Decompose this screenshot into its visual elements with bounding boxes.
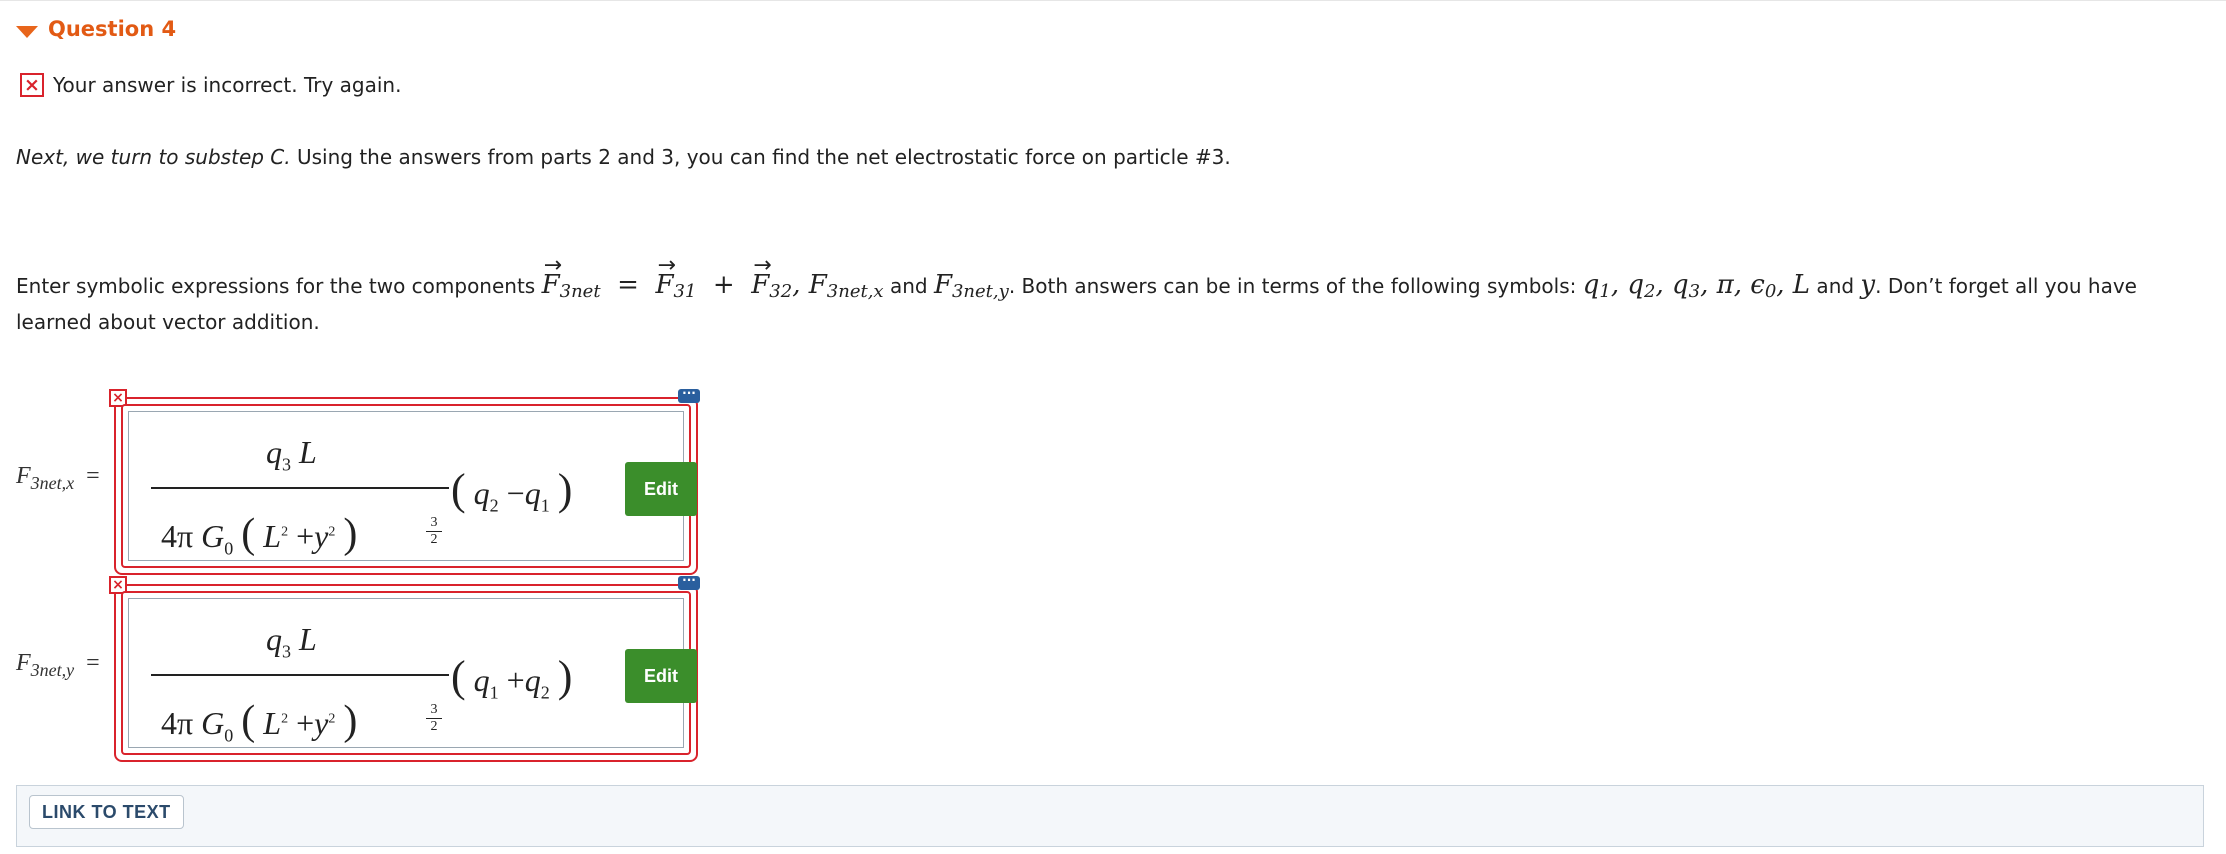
substep-intro: Next, we turn to substep C. Using the an… <box>16 145 1231 169</box>
denominator: 4π G0 ( L2 +y2 ) <box>161 698 358 746</box>
prompt-symbol-list: q1, q2, q3, π, ϵ0, L <box>1582 270 1811 302</box>
substep-intro-italic: Next, we turn to substep C. <box>16 145 291 169</box>
answer-expression-fy: q3 L 4π G0 ( L2 +y2 ) 32 ( q1 +q2 ) <box>151 619 573 749</box>
more-options-icon[interactable]: ··· <box>678 387 700 403</box>
answer-field-fy[interactable]: q3 L 4π G0 ( L2 +y2 ) 32 ( q1 +q2 ) Edit <box>128 598 697 749</box>
answer-field-fx[interactable]: q3 L 4π G0 ( L2 +y2 ) 32 ( q2 −q1 ) Edit <box>128 411 697 562</box>
incorrect-icon: × <box>20 73 44 97</box>
answer-highlight: q3 L 4π G0 ( L2 +y2 ) 32 ( q2 −q1 ) Edit <box>121 404 697 568</box>
prompt-vector-equation: F → 3net = F → 31 + F → 32, F3net,x <box>541 253 884 303</box>
numerator: q3 L <box>266 434 317 475</box>
answer-label-fx: F3net,x = <box>16 463 100 493</box>
substep-intro-text: Using the answers from parts 2 and 3, yo… <box>290 145 1231 169</box>
numerator: q3 L <box>266 621 317 662</box>
question-header[interactable]: Question 4 <box>0 0 2226 61</box>
answer-box-fx[interactable]: × ··· q3 L 4π G0 ( L2 +y2 ) 32 ( q2 −q1 … <box>109 387 700 575</box>
feedback-message: × Your answer is incorrect. Try again. <box>20 70 401 100</box>
charge-sum: ( q1 +q2 ) <box>451 652 573 703</box>
question-title[interactable]: Question 4 <box>48 17 176 41</box>
prompt-and-2: and <box>1810 274 1861 298</box>
fraction-bar <box>151 487 449 489</box>
prompt-and-1: and <box>883 274 934 298</box>
edit-button-fx[interactable]: Edit <box>625 462 697 516</box>
edit-button-fy[interactable]: Edit <box>625 649 697 703</box>
answer-box-fy[interactable]: × ··· q3 L 4π G0 ( L2 +y2 ) 32 ( q1 +q2 … <box>109 574 700 762</box>
answer-highlight: q3 L 4π G0 ( L2 +y2 ) 32 ( q1 +q2 ) Edit <box>121 591 697 755</box>
more-options-icon[interactable]: ··· <box>678 574 700 590</box>
denominator: 4π G0 ( L2 +y2 ) <box>161 511 358 559</box>
prompt-text-1: Enter symbolic expressions for the two c… <box>16 274 542 298</box>
prompt-text-2: . Both answers can be in terms of the fo… <box>1008 274 1583 298</box>
feedback-text: Your answer is incorrect. Try again. <box>53 73 402 97</box>
exponent-fraction: 32 <box>426 702 442 735</box>
answer-label-fy: F3net,y = <box>16 650 100 680</box>
answer-expression-fx: q3 L 4π G0 ( L2 +y2 ) 32 ( q2 −q1 ) <box>151 432 573 562</box>
charge-difference: ( q2 −q1 ) <box>451 465 573 516</box>
collapse-caret-icon[interactable] <box>16 26 38 38</box>
question-prompt: Enter symbolic expressions for the two c… <box>16 253 2206 338</box>
fraction-bar <box>151 674 449 676</box>
footer-bar: LINK TO TEXT <box>16 785 2204 847</box>
link-to-text-button[interactable]: LINK TO TEXT <box>29 795 184 829</box>
exponent-fraction: 32 <box>426 515 442 548</box>
question-page: Question 4 × Your answer is incorrect. T… <box>0 0 2226 854</box>
prompt-symbol-y: y <box>1860 270 1876 300</box>
prompt-fy-symbol: F3net,y <box>933 270 1009 302</box>
